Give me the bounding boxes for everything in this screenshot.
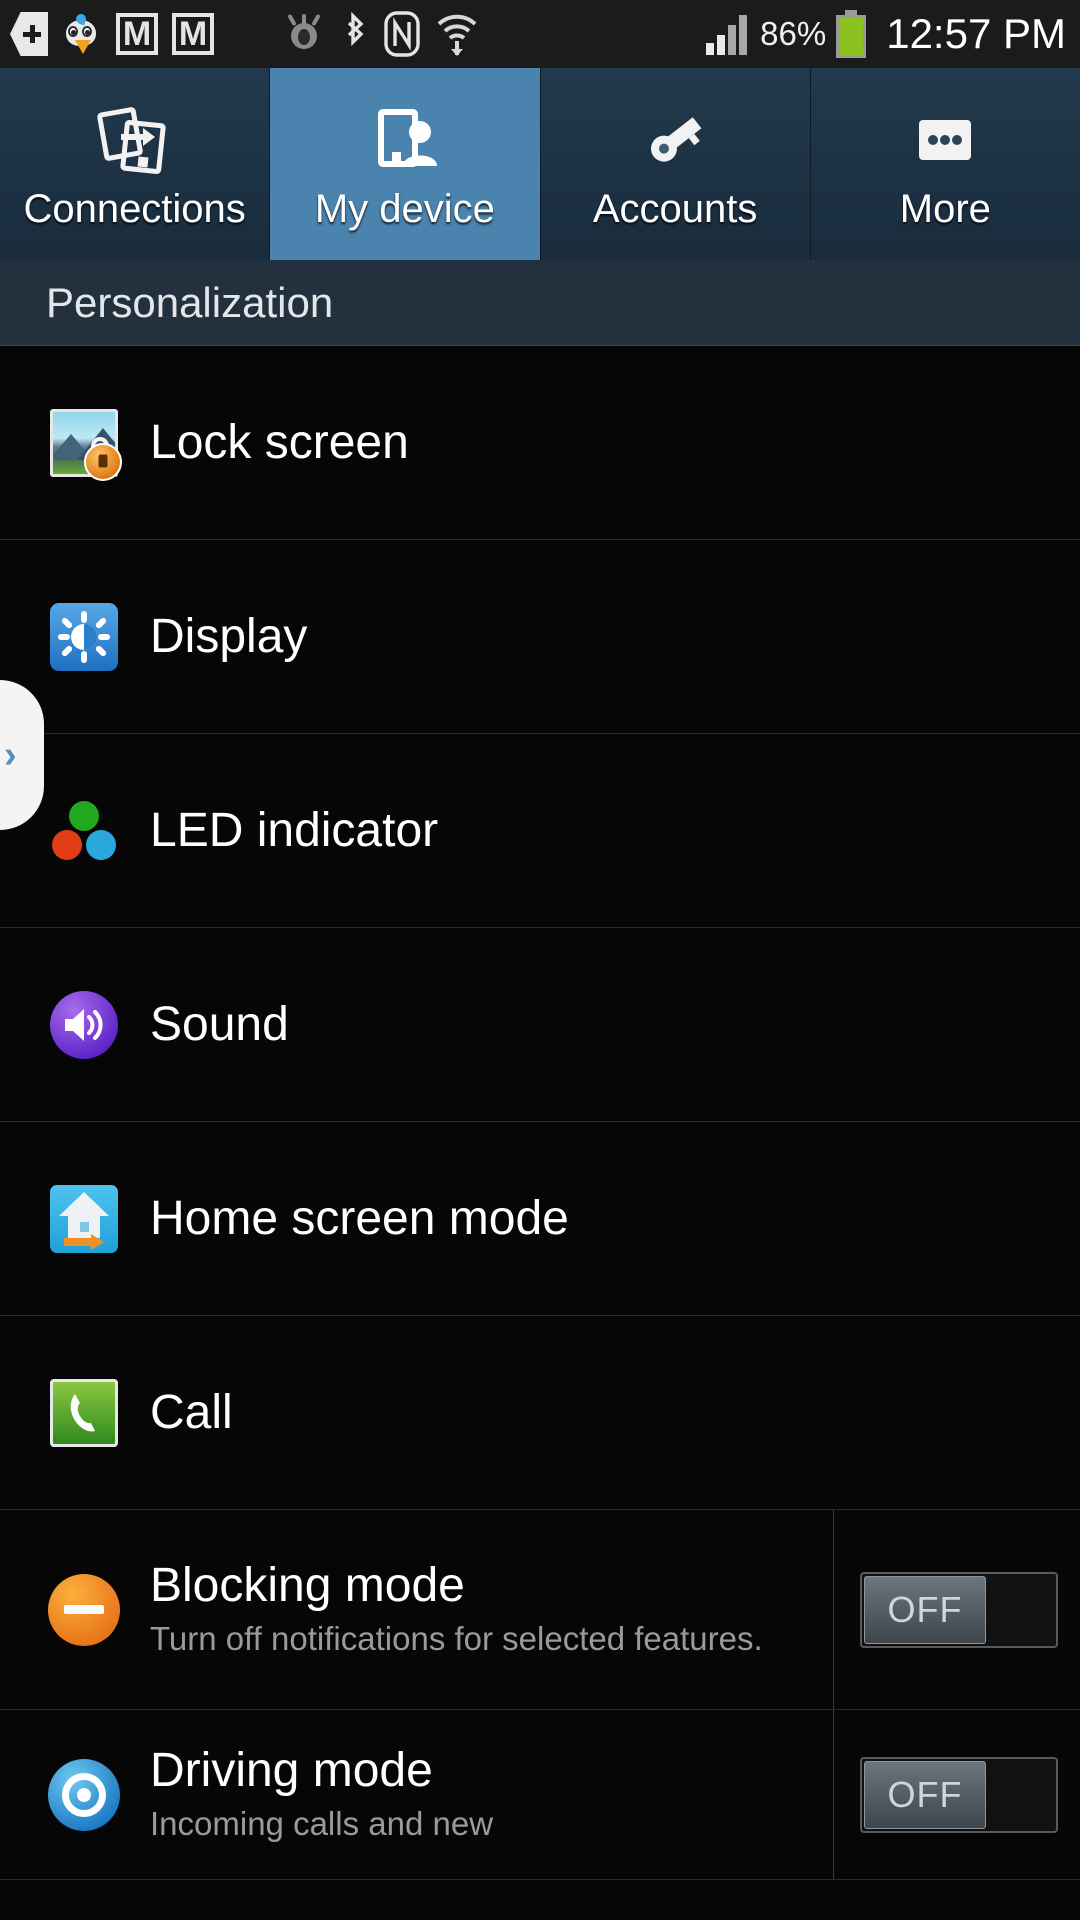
bluetooth-icon bbox=[340, 12, 370, 56]
list-item-subtitle: Incoming calls and new bbox=[150, 1805, 494, 1843]
status-bar-clock: 12:57 PM bbox=[886, 10, 1066, 57]
gmail-icon-glyph-2: M bbox=[178, 15, 208, 53]
home-screen-mode-icon bbox=[48, 1183, 120, 1255]
call-icon bbox=[48, 1377, 120, 1449]
blocking-mode-toggle[interactable]: OFF bbox=[860, 1571, 1058, 1648]
list-item-title: LED indicator bbox=[150, 803, 439, 857]
chevron-right-icon: › bbox=[4, 734, 17, 776]
driving-mode-toggle-wrap: OFF bbox=[833, 1710, 1058, 1879]
list-item-driving-mode[interactable]: Driving mode Incoming calls and new OFF bbox=[0, 1710, 1080, 1880]
settings-list: Lock screen Display LED indicator Sound … bbox=[0, 346, 1080, 1880]
gmail-icon-secondary: M bbox=[172, 13, 214, 55]
list-item-title: Call bbox=[150, 1385, 233, 1439]
list-item-title: Lock screen bbox=[150, 415, 409, 469]
tab-more[interactable]: More bbox=[810, 68, 1080, 260]
toggle-knob: OFF bbox=[864, 1760, 986, 1829]
connections-icon bbox=[95, 99, 175, 185]
section-header-personalization: Personalization bbox=[0, 260, 1080, 346]
status-bar-notification-icons: M M bbox=[10, 10, 480, 58]
tab-label-connections: Connections bbox=[23, 187, 246, 231]
tab-accounts[interactable]: Accounts bbox=[540, 68, 811, 260]
toggle-label: OFF bbox=[887, 1773, 963, 1815]
section-header-label: Personalization bbox=[46, 278, 334, 326]
list-item-title: Sound bbox=[150, 997, 289, 1051]
driving-mode-toggle[interactable]: OFF bbox=[860, 1756, 1058, 1833]
list-item-title: Driving mode bbox=[150, 1743, 433, 1797]
status-bar-system-icons: 86% 12:57 PM bbox=[706, 10, 1066, 58]
tab-connections[interactable]: Connections bbox=[0, 68, 271, 260]
list-item-led-indicator[interactable]: LED indicator bbox=[0, 734, 1080, 928]
settings-tab-bar: Connections My device Accounts More bbox=[0, 68, 1080, 260]
status-bar: M M 86% 12:57 PM bbox=[0, 0, 1080, 68]
cellular-signal-icon bbox=[706, 13, 750, 55]
tab-my-device[interactable]: My device bbox=[270, 68, 541, 260]
blocking-mode-icon bbox=[48, 1573, 120, 1646]
list-item-home-screen-mode[interactable]: Home screen mode bbox=[0, 1122, 1080, 1316]
tab-label-my-device: My device bbox=[314, 187, 495, 231]
list-item-title: Home screen mode bbox=[150, 1191, 569, 1245]
list-item-blocking-mode[interactable]: Blocking mode Turn off notifications for… bbox=[0, 1510, 1080, 1710]
battery-icon bbox=[836, 10, 867, 58]
gmail-icon-glyph: M bbox=[122, 15, 152, 53]
lock-screen-icon bbox=[48, 407, 122, 481]
battery-percent-label: 86% bbox=[760, 15, 827, 52]
list-item-title: Display bbox=[150, 609, 308, 663]
toggle-knob: OFF bbox=[864, 1575, 986, 1644]
tab-label-accounts: Accounts bbox=[592, 187, 758, 231]
list-item-subtitle: Turn off notifications for selected feat… bbox=[150, 1620, 763, 1658]
list-item-title: Blocking mode bbox=[150, 1558, 465, 1612]
opera-eye-icon bbox=[282, 13, 326, 54]
display-icon bbox=[48, 601, 120, 673]
settings-screen: M M 86% 12:57 PM Connections My device A… bbox=[0, 0, 1080, 1920]
download-manager-icon bbox=[10, 12, 48, 56]
led-indicator-icon bbox=[48, 795, 120, 867]
more-icon bbox=[905, 99, 985, 185]
blocking-mode-toggle-wrap: OFF bbox=[833, 1510, 1058, 1709]
sound-icon bbox=[48, 989, 120, 1061]
tab-label-more: More bbox=[899, 187, 991, 231]
accounts-icon bbox=[635, 99, 715, 185]
list-item-lock-screen[interactable]: Lock screen bbox=[0, 346, 1080, 540]
list-item-display[interactable]: Display bbox=[0, 540, 1080, 734]
list-item-call[interactable]: Call bbox=[0, 1316, 1080, 1510]
gmail-icon: M bbox=[116, 13, 158, 55]
wifi-icon bbox=[434, 10, 480, 58]
my-device-icon bbox=[365, 99, 445, 185]
nfc-icon bbox=[384, 11, 420, 57]
driving-mode-icon bbox=[48, 1758, 120, 1831]
list-item-sound[interactable]: Sound bbox=[0, 928, 1080, 1122]
toggle-label: OFF bbox=[887, 1588, 963, 1630]
edge-panel-handle[interactable]: › bbox=[0, 680, 44, 830]
twitter-icon bbox=[62, 12, 102, 56]
